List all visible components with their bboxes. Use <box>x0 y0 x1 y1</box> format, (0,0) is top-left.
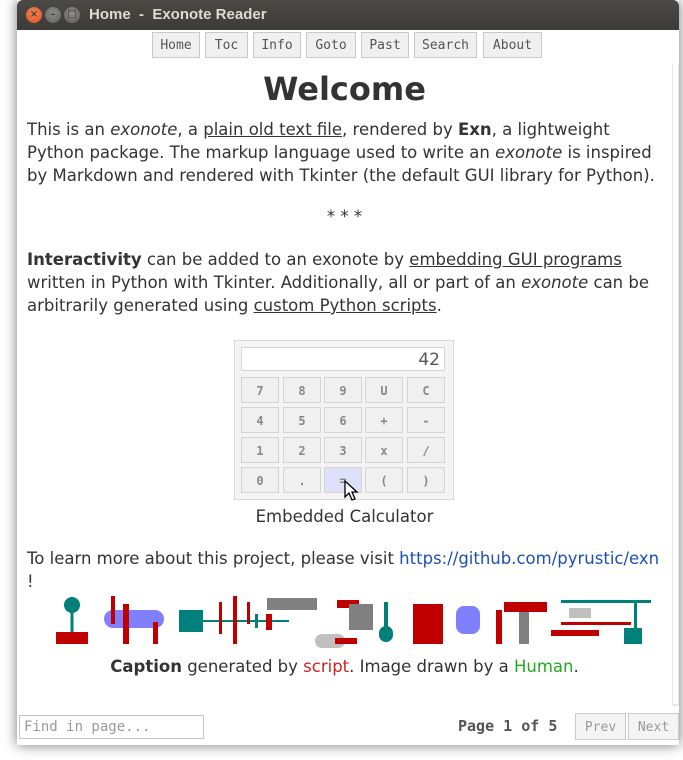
calc-key[interactable]: C <box>407 377 445 403</box>
calc-key[interactable]: x <box>365 437 403 463</box>
vertical-scrollbar[interactable] <box>672 64 679 706</box>
art-shape-2 <box>104 596 164 644</box>
scrollbar-thumb[interactable] <box>673 64 678 704</box>
embedded-calculator: 42 7 8 9 U C 4 5 6 + - 1 2 3 x / 0 . = (… <box>234 340 454 500</box>
page-title: Welcome <box>263 70 426 108</box>
page-label: Page <box>458 717 495 735</box>
nav-bar: Home Toc Info Goto Past Search About <box>17 30 679 64</box>
calc-key[interactable]: 6 <box>324 407 362 433</box>
text: . <box>436 296 442 315</box>
learn-more-paragraph: To learn more about this project, please… <box>27 547 667 593</box>
embedding-gui-link[interactable]: embedding GUI programs <box>409 250 622 269</box>
text: can be added to an exonote by <box>141 250 410 269</box>
calc-key[interactable]: 0 <box>241 467 279 493</box>
calc-key[interactable]: + <box>365 407 403 433</box>
art-shape-4 <box>267 598 373 648</box>
footer-bar: Page 1 of 5 Prev Next <box>17 706 679 745</box>
maximize-window-button[interactable]: □ <box>64 7 80 23</box>
art-shape-6 <box>413 604 480 644</box>
nav-search-button[interactable]: Search <box>414 32 477 58</box>
minimize-icon: – <box>50 9 56 20</box>
nav-goto-button[interactable]: Goto <box>306 32 356 58</box>
emphasis: exonote <box>495 143 563 162</box>
calc-key[interactable]: 5 <box>283 407 321 433</box>
intro-paragraph: This is an exonote, a plain old text fil… <box>27 118 667 187</box>
separator: * * * <box>326 207 363 226</box>
calc-key[interactable]: 4 <box>241 407 279 433</box>
close-icon: × <box>29 9 39 20</box>
document-view: Welcome This is an exonote, a plain old … <box>17 64 672 706</box>
page-of: of <box>521 717 540 735</box>
next-page-button[interactable]: Next <box>628 713 679 740</box>
text: . <box>573 657 579 676</box>
text: generated by <box>181 657 304 676</box>
nav-info-button[interactable]: Info <box>253 32 301 58</box>
page-indicator: Page 1 of 5 <box>458 717 557 735</box>
art-shape-1 <box>56 597 88 644</box>
window-title: Home - Exonote Reader <box>89 6 267 23</box>
calc-key[interactable]: 3 <box>324 437 362 463</box>
interactivity-paragraph: Interactivity can be added to an exonote… <box>27 248 667 317</box>
emphasis: exonote <box>521 273 589 292</box>
nav-about-button[interactable]: About <box>483 32 542 58</box>
calc-key[interactable]: 7 <box>241 377 279 403</box>
find-in-page-input[interactable] <box>19 715 204 739</box>
nav-past-button[interactable]: Past <box>361 32 409 58</box>
calc-key[interactable]: 2 <box>283 437 321 463</box>
current-page: 1 <box>503 717 513 735</box>
green-text: Human <box>513 657 574 676</box>
calc-key[interactable]: 9 <box>324 377 362 403</box>
calc-key[interactable]: 1 <box>241 437 279 463</box>
text: . Image drawn by a <box>349 657 514 676</box>
nav-home-button[interactable]: Home <box>152 32 200 58</box>
custom-scripts-link[interactable]: custom Python scripts <box>254 296 437 315</box>
app-window: × – □ Home - Exonote Reader Home Toc Inf… <box>17 0 679 745</box>
text: written in Python with Tkinter. Addition… <box>27 273 522 292</box>
image-caption: Caption generated by script. Image drawn… <box>17 657 672 676</box>
nav-toc-button[interactable]: Toc <box>205 32 248 58</box>
generated-image <box>56 596 651 648</box>
art-shape-7 <box>496 602 547 644</box>
maximize-icon: □ <box>67 9 77 20</box>
github-link[interactable]: https://github.com/pyrustic/exn <box>399 549 659 568</box>
emphasis: exonote <box>110 120 178 139</box>
bold-text: Exn <box>457 120 492 139</box>
calc-key[interactable]: - <box>407 407 445 433</box>
minimize-window-button[interactable]: – <box>45 7 61 23</box>
total-pages: 5 <box>548 717 558 735</box>
calc-key[interactable]: . <box>283 467 321 493</box>
calc-key[interactable]: ) <box>407 467 445 493</box>
calc-key[interactable]: ( <box>365 467 403 493</box>
title-bar: × – □ Home - Exonote Reader <box>17 0 679 30</box>
art-shape-5 <box>379 602 393 642</box>
text: , rendered by <box>342 120 458 139</box>
calculator-caption: Embedded Calculator <box>255 507 434 526</box>
calculator-display: 42 <box>241 347 445 371</box>
calc-key[interactable]: / <box>407 437 445 463</box>
prev-page-button[interactable]: Prev <box>575 713 626 740</box>
calc-key[interactable]: 8 <box>283 377 321 403</box>
red-text: script <box>303 657 350 676</box>
art-shape-8 <box>551 600 651 644</box>
bold-text: Interactivity <box>27 250 142 269</box>
text: ! <box>27 572 34 591</box>
mouse-cursor-icon <box>344 480 359 501</box>
text: This is an <box>27 120 111 139</box>
plain-text-file-link[interactable]: plain old text file <box>203 120 342 139</box>
bold-text: Caption <box>110 657 182 676</box>
calc-key[interactable]: U <box>365 377 403 403</box>
text: , a <box>177 120 204 139</box>
text: To learn more about this project, please… <box>27 549 400 568</box>
close-window-button[interactable]: × <box>26 7 42 23</box>
